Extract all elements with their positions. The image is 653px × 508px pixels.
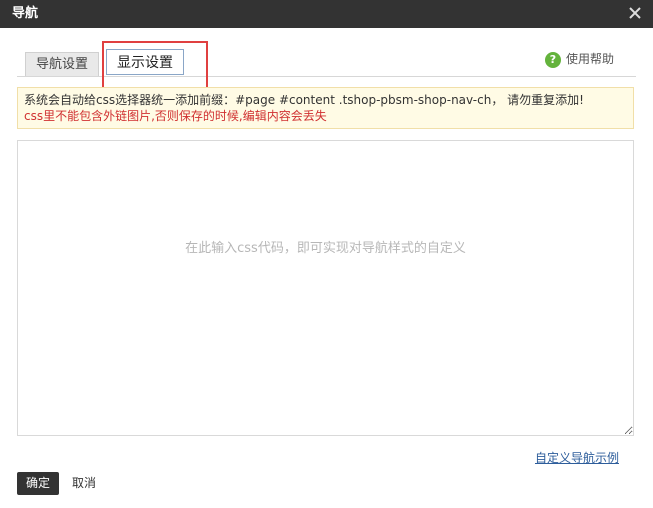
- close-icon[interactable]: [627, 5, 643, 21]
- css-input[interactable]: [18, 141, 633, 435]
- tab-nav-settings[interactable]: 导航设置: [25, 52, 100, 76]
- css-editor: [17, 140, 634, 436]
- notice-prefix-text: 系统会自动给css选择器统一添加前缀：#page #content .tshop…: [24, 93, 584, 107]
- confirm-button[interactable]: 确定: [17, 472, 59, 495]
- help-label: 使用帮助: [566, 52, 615, 66]
- tab-bar: 导航设置 显示设置: [17, 28, 636, 77]
- custom-nav-example-link[interactable]: 自定义导航示例: [535, 449, 619, 466]
- cancel-button[interactable]: 取消: [72, 472, 96, 495]
- help-link[interactable]: ? 使用帮助: [545, 50, 614, 68]
- help-icon: ?: [545, 51, 561, 68]
- notice-box: 系统会自动给css选择器统一添加前缀：#page #content .tshop…: [17, 87, 634, 129]
- notice-warning-text: css里不能包含外链图片,否则保存的时候,编辑内容会丢失: [24, 109, 327, 123]
- dialog-title: 导航: [12, 6, 39, 21]
- tab-display-settings[interactable]: 显示设置: [106, 49, 184, 75]
- dialog-titlebar: 导航: [0, 0, 653, 28]
